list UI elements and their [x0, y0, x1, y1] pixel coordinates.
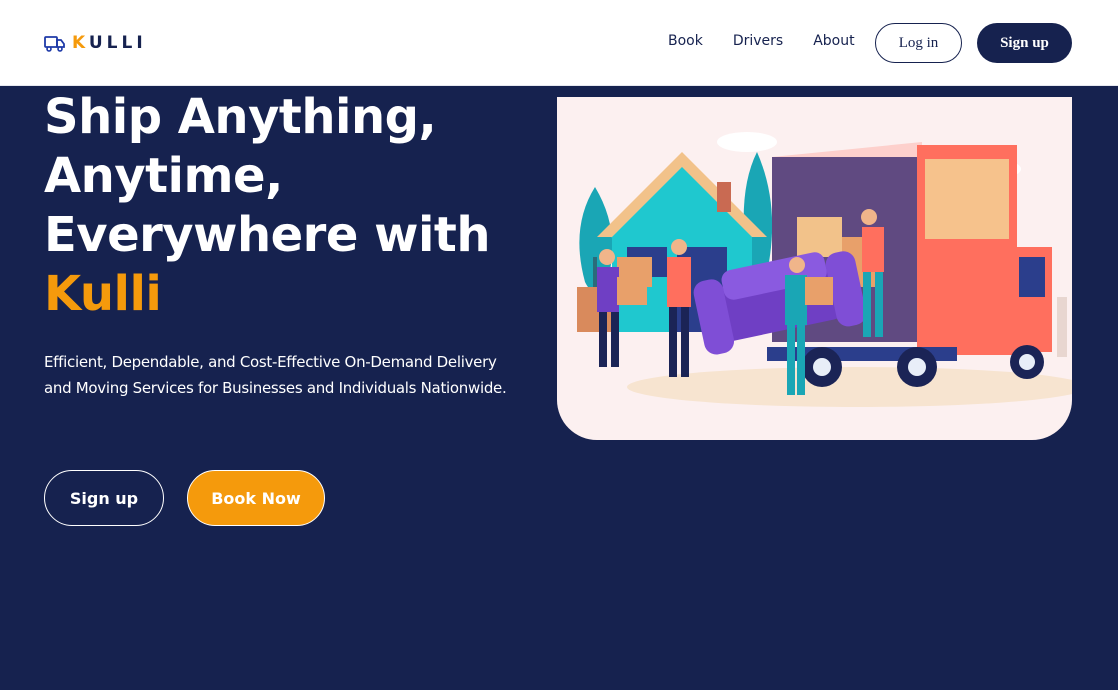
- truck-icon: [44, 36, 65, 52]
- hero-title-line-2: Anytime,: [44, 148, 283, 204]
- nav-link-book[interactable]: Book: [668, 33, 703, 49]
- logo-text-rest: ULLI: [88, 33, 147, 53]
- nav-signup-button[interactable]: Sign up: [977, 23, 1072, 63]
- hero-signup-button[interactable]: Sign up: [44, 470, 164, 526]
- hero-subtitle: Efficient, Dependable, and Cost-Effectiv…: [44, 353, 507, 397]
- navbar: KULLI Book Drivers About Log in Sign up: [0, 0, 1118, 86]
- movers-illustration: [577, 132, 1072, 407]
- logo-text-accent: K: [72, 33, 89, 53]
- logo-text: KULLI: [72, 33, 147, 53]
- nav-links: Book Drivers About: [668, 33, 855, 49]
- nav-link-about[interactable]: About: [813, 33, 854, 49]
- hero-title: Ship Anything, Anytime, Everywhere with …: [44, 88, 514, 324]
- hero-title-line-1: Ship Anything,: [44, 89, 437, 145]
- nav-link-drivers[interactable]: Drivers: [733, 33, 783, 49]
- login-button[interactable]: Log in: [875, 23, 962, 63]
- hero-title-accent: Kulli: [44, 266, 162, 322]
- hero-title-line-3: Everywhere with: [44, 207, 491, 263]
- logo[interactable]: KULLI: [44, 32, 147, 54]
- hero-illustration: [557, 97, 1072, 440]
- book-now-button[interactable]: Book Now: [187, 470, 325, 526]
